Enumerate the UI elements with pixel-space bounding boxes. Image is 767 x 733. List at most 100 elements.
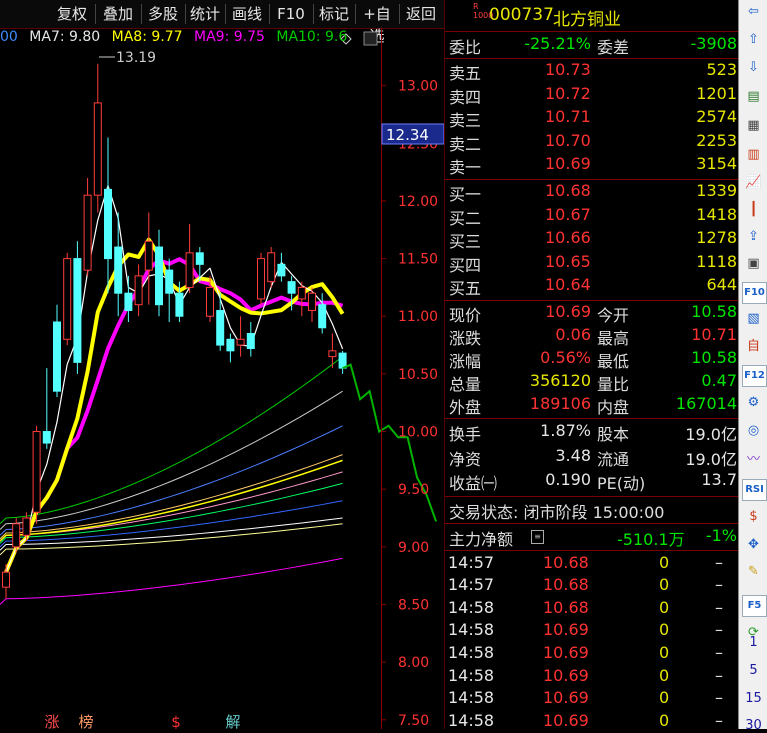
candle-body[interactable]	[134, 275, 143, 306]
candle-body[interactable]	[83, 194, 92, 271]
candle-body[interactable]	[53, 321, 61, 392]
quote-stat-row[interactable]: 现价 10.69 今开 10.58	[445, 302, 739, 325]
mark-button[interactable]: 标记	[314, 3, 354, 25]
quote-stat-row[interactable]: 总量 356120 量比 0.47	[445, 371, 739, 394]
ma10-value: MA10: 9.6	[276, 29, 348, 45]
statistics-button[interactable]: 统计	[186, 3, 224, 25]
self-select-icon[interactable]: 自	[742, 337, 765, 357]
list-icon[interactable]: ▤	[742, 87, 765, 107]
period-30-button[interactable]: 30	[739, 718, 767, 733]
candle-body[interactable]	[155, 246, 163, 306]
order-ratio-row[interactable]: 委比 -25.21% 委差 -3908	[445, 34, 739, 57]
finance-row[interactable]: 换手 1.87% 股本 19.0亿	[445, 421, 739, 444]
candle-body[interactable]	[175, 292, 184, 317]
candle-body[interactable]	[216, 309, 225, 346]
candle-body[interactable]	[12, 523, 21, 548]
f12-icon[interactable]: F12	[742, 365, 767, 387]
quote-stat-row[interactable]: 外盘 189106 内盘 167014	[445, 394, 739, 417]
candle-body[interactable]	[206, 286, 214, 317]
bid-row[interactable]: 买一 10.68 1339	[445, 181, 739, 204]
move-icon[interactable]: ✥	[742, 535, 765, 555]
line-chart-icon[interactable]: 📈	[742, 173, 765, 193]
candle-body[interactable]	[144, 240, 153, 271]
period-15-button[interactable]: 15	[739, 691, 767, 706]
candle-body[interactable]	[124, 292, 133, 311]
candle-body[interactable]	[297, 286, 306, 300]
ask-row[interactable]: 卖三 10.71 2574	[445, 107, 739, 130]
document-icon[interactable]: ≡	[531, 529, 544, 544]
candle-body[interactable]	[73, 258, 82, 363]
tick-direction: –	[715, 665, 723, 685]
calendar-icon[interactable]: ▣	[742, 254, 765, 274]
book-volume: 3154	[696, 154, 737, 174]
candle-body[interactable]	[257, 258, 265, 300]
dollar-icon[interactable]: $	[742, 507, 765, 527]
scroll-up-icon[interactable]: ⇪	[742, 227, 765, 247]
candle-body[interactable]	[236, 338, 245, 346]
bid-row[interactable]: 买四 10.65 1118	[445, 252, 739, 275]
period-1-button[interactable]: 1	[739, 635, 767, 650]
stock-header: R 1000 000737 北方铜业	[445, 0, 739, 30]
arrow-down-icon[interactable]: ⇩	[742, 58, 765, 78]
candle-body[interactable]	[42, 431, 51, 444]
overlay-button[interactable]: 叠加	[96, 3, 140, 25]
candle-body[interactable]	[32, 431, 41, 513]
candle-body[interactable]	[338, 352, 347, 369]
quote-stat-row[interactable]: 涨跌 0.06 最高 10.71	[445, 325, 739, 348]
candle-body[interactable]	[246, 333, 255, 350]
restore-rights-button[interactable]: 复权	[50, 3, 94, 25]
candle-body[interactable]	[185, 252, 194, 288]
circle-icon[interactable]: ◎	[742, 421, 765, 441]
event-marker[interactable]: 榜	[78, 713, 93, 729]
candle-body[interactable]	[2, 571, 10, 588]
ask-row[interactable]: 卖一 10.69 3154	[445, 154, 739, 177]
pen-icon[interactable]: ✎	[742, 562, 765, 582]
candle-body[interactable]	[267, 252, 276, 283]
bid-row[interactable]: 买五 10.64 644	[445, 275, 739, 298]
finance-row[interactable]: 净资 3.48 流通 19.0亿	[445, 446, 739, 469]
candle-body[interactable]	[114, 246, 123, 294]
bid-row[interactable]: 买二 10.67 1418	[445, 205, 739, 228]
ask-row[interactable]: 卖五 10.73 523	[445, 60, 739, 83]
draw-line-button[interactable]: 画线	[226, 3, 268, 25]
period-5-button[interactable]: 5	[739, 663, 767, 678]
multi-stock-button[interactable]: 多股	[142, 3, 184, 25]
candle-body[interactable]	[308, 292, 316, 311]
finance-row[interactable]: 收益㈠ 0.190 PE(动) 13.7	[445, 470, 739, 493]
bid-row[interactable]: 买三 10.66 1278	[445, 228, 739, 251]
field-value: 3.48	[555, 445, 591, 465]
main-flow-row[interactable]: 主力净额 ≡ -510.1万 -1%	[445, 526, 739, 549]
speed-icon[interactable]: ⚙	[742, 393, 765, 413]
add-watchlist-button[interactable]: +自选	[356, 3, 398, 45]
event-marker[interactable]: 涨	[44, 713, 59, 729]
arrow-up-icon[interactable]: ⇧	[742, 30, 765, 50]
candle-body[interactable]	[165, 269, 174, 294]
candle-body[interactable]	[195, 252, 204, 265]
quote-stat-row[interactable]: 涨幅 0.56% 最低 10.58	[445, 348, 739, 371]
f10-button[interactable]: F10	[270, 3, 312, 25]
f10-icon[interactable]: F10	[742, 282, 767, 304]
candle-body[interactable]	[22, 517, 31, 536]
ask-row[interactable]: 卖二 10.70 2253	[445, 131, 739, 154]
arrow-left-icon[interactable]: ⇦	[742, 2, 765, 22]
back-button[interactable]: 返回	[400, 3, 442, 25]
table-icon[interactable]: ▦	[742, 116, 765, 136]
candle-body[interactable]	[277, 263, 286, 277]
candle-body[interactable]	[318, 304, 327, 329]
layout-icon[interactable]: ▧	[742, 309, 765, 329]
candle-body[interactable]	[287, 281, 296, 294]
rsi-icon[interactable]: RSI	[742, 479, 767, 501]
ask-row[interactable]: 卖四 10.72 1201	[445, 84, 739, 107]
candle-body[interactable]	[63, 258, 72, 340]
wave-icon[interactable]: 〰	[742, 450, 765, 470]
candlestick-chart[interactable]: 13.0012.5012.0011.5011.0010.5010.009.509…	[0, 28, 444, 729]
f5-icon[interactable]: F5	[742, 595, 767, 617]
candle-body[interactable]	[226, 338, 235, 352]
event-marker[interactable]: 解	[225, 713, 240, 729]
event-marker[interactable]: $	[171, 713, 181, 729]
candle-chart-icon[interactable]: ┃	[742, 200, 765, 220]
grid-icon[interactable]: ▥	[742, 145, 765, 165]
candle-body[interactable]	[93, 102, 102, 196]
candle-body[interactable]	[328, 350, 337, 358]
candle-body[interactable]	[104, 188, 112, 260]
